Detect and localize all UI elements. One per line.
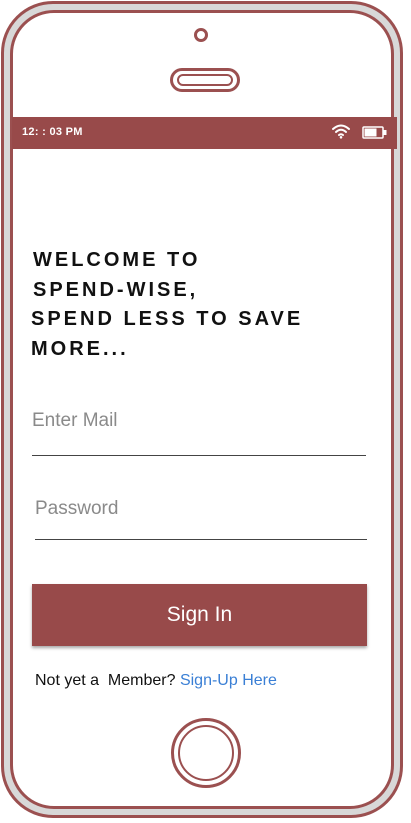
welcome-line-2: SPEND-WISE, bbox=[33, 278, 199, 301]
email-field-container bbox=[32, 405, 366, 456]
welcome-line-1: WELCOME TO bbox=[33, 249, 201, 271]
email-input[interactable] bbox=[32, 405, 366, 437]
welcome-line-4: MORE... bbox=[31, 337, 129, 360]
password-input[interactable] bbox=[35, 493, 367, 525]
sign-in-button[interactable]: Sign In bbox=[32, 584, 367, 646]
home-button[interactable] bbox=[171, 718, 241, 788]
camera-icon bbox=[194, 28, 208, 42]
battery-icon bbox=[362, 126, 387, 139]
speaker-icon bbox=[170, 68, 240, 92]
welcome-line-3: SPEND LESS TO SAVE bbox=[31, 308, 304, 330]
signup-prompt-text: Not yet a Member? bbox=[35, 672, 180, 689]
wifi-icon bbox=[332, 124, 350, 139]
status-bar: 12: : 03 PM bbox=[12, 117, 397, 149]
signup-prompt-row: Not yet a Member? Sign-Up Here bbox=[35, 672, 277, 690]
password-field-container bbox=[35, 493, 367, 540]
welcome-heading: WELCOME TO SPEND-WISE, SPEND LESS TO SAV… bbox=[31, 246, 303, 364]
sign-up-link[interactable]: Sign-Up Here bbox=[180, 672, 277, 689]
status-time: 12: : 03 PM bbox=[22, 126, 83, 138]
